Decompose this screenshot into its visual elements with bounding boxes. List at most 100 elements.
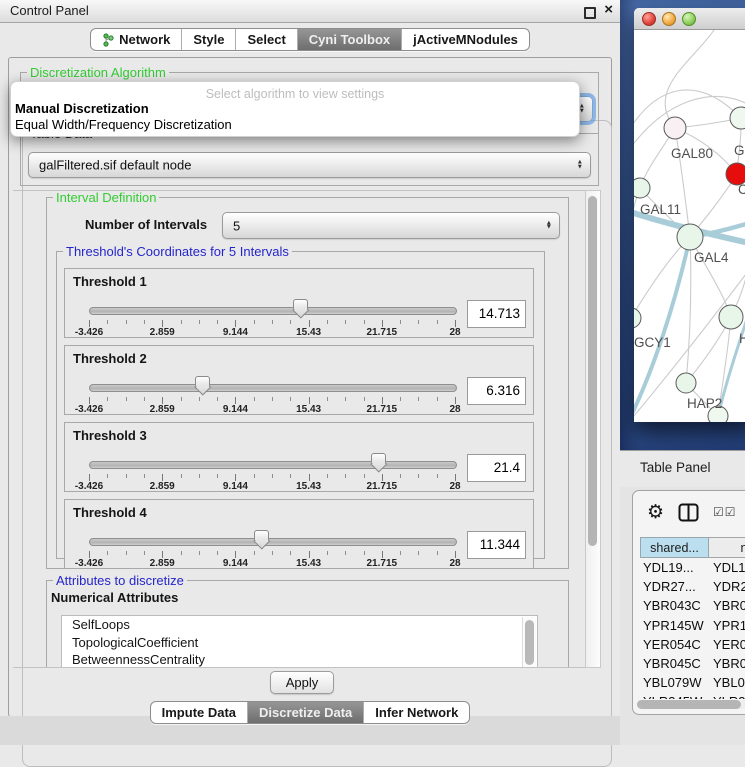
settings-gear-icon[interactable]: ⚙: [647, 503, 664, 522]
select-checkboxes-icon[interactable]: ☑☑: [713, 505, 737, 519]
node-label: GCY1: [634, 335, 671, 350]
network-node[interactable]: [634, 308, 641, 328]
tab-infer-network[interactable]: Infer Network: [363, 702, 469, 723]
tab-select[interactable]: Select: [235, 29, 296, 50]
popup-item[interactable]: Manual Discretization: [11, 101, 579, 117]
close-traffic-light-icon[interactable]: [642, 12, 656, 26]
slider-thumb[interactable]: [254, 530, 269, 549]
table-horizontal-scrollbar[interactable]: [637, 700, 745, 709]
tab-discretize-data[interactable]: Discretize Data: [247, 702, 363, 723]
tab-impute-data[interactable]: Impute Data: [151, 702, 247, 723]
number-of-intervals-combobox[interactable]: 5 ▲▼: [222, 212, 560, 239]
cell-name: YLR3: [709, 692, 745, 699]
scale-label: 21.715: [367, 327, 398, 338]
top-tab-bar: Network Style Select Cyni Toolbox jActiveMNo…: [0, 28, 620, 52]
threshold-value-field[interactable]: 11.344: [467, 531, 526, 559]
table-row[interactable]: YBR045CYBR0: [640, 654, 745, 673]
attribute-item[interactable]: TopologicalCoefficient: [62, 634, 537, 652]
scale-label: 2.859: [150, 558, 175, 569]
scrollbar-thumb[interactable]: [637, 700, 741, 709]
popup-item[interactable]: Equal Width/Frequency Discretization: [11, 117, 579, 133]
scale-label: 21.715: [367, 558, 398, 569]
numerical-attributes-list[interactable]: SelfLoopsTopologicalCoefficientBetweenne…: [61, 615, 538, 668]
threshold-label: Threshold 1: [73, 274, 147, 289]
node-label: C: [738, 182, 745, 197]
numerical-attributes-label: Numerical Attributes: [51, 590, 178, 605]
network-node[interactable]: [676, 373, 696, 393]
table-data-combobox[interactable]: galFiltered.sif default node ▲▼: [28, 152, 591, 178]
tab-style[interactable]: Style: [181, 29, 235, 50]
table-row[interactable]: YDR27...YDR2: [640, 577, 745, 596]
network-view-window: GAL80GCGAL11GAL4GCY1HHAP2: [634, 8, 745, 422]
network-node[interactable]: [634, 178, 650, 198]
cell-shared-name: YDR27...: [640, 577, 709, 596]
scrollbar-thumb[interactable]: [525, 620, 534, 665]
slider-track[interactable]: [89, 307, 457, 315]
cell-name: YBL0: [709, 673, 745, 692]
column-header-shared-name[interactable]: shared...: [640, 537, 709, 558]
node-attribute-table[interactable]: shared... n YDL19...YDL1YDR27...YDR2YBR0…: [640, 537, 745, 699]
table-row[interactable]: YLR345WYLR3: [640, 692, 745, 699]
network-node[interactable]: [664, 117, 686, 139]
network-window-titlebar: [634, 8, 745, 30]
attributes-scrollbar[interactable]: [522, 617, 536, 668]
tab-label: Cyni Toolbox: [309, 32, 390, 47]
scrollbar-thumb[interactable]: [588, 196, 597, 546]
panel-title: Control Panel: [10, 3, 89, 18]
slider-scale-labels: -3.4262.8599.14415.4321.71528: [89, 327, 455, 339]
combo-arrows-icon: ▲▼: [546, 221, 552, 230]
tab-label: Select: [247, 32, 285, 47]
slider-thumb[interactable]: [195, 376, 210, 395]
float-window-icon[interactable]: [584, 7, 596, 19]
popup-item-list: Manual DiscretizationEqual Width/Frequen…: [11, 101, 579, 132]
table-row[interactable]: YER054CYER0: [640, 635, 745, 654]
threshold-label: Threshold 3: [73, 428, 147, 443]
table-header-row: shared... n: [640, 537, 745, 558]
zoom-traffic-light-icon[interactable]: [682, 12, 696, 26]
cell-shared-name: YDL19...: [640, 558, 709, 577]
tab-jactivemnodules[interactable]: jActiveMNodules: [401, 29, 529, 50]
scale-label: 9.144: [223, 327, 248, 338]
number-of-intervals-label: Number of Intervals: [85, 217, 207, 232]
close-icon[interactable]: ×: [604, 1, 613, 18]
table-row[interactable]: YPR145WYPR1: [640, 616, 745, 635]
interval-definition-title: Interval Definition: [53, 190, 159, 205]
table-row[interactable]: YDL19...YDL1: [640, 558, 745, 577]
main-scrollbar[interactable]: [585, 190, 601, 668]
attribute-item[interactable]: SelfLoops: [62, 616, 537, 634]
minimize-traffic-light-icon[interactable]: [662, 12, 676, 26]
cell-shared-name: YPR145W: [640, 616, 709, 635]
split-columns-icon[interactable]: [678, 503, 699, 522]
scale-label: -3.426: [75, 404, 103, 415]
table-row[interactable]: YBL079WYBL0: [640, 673, 745, 692]
slider-track[interactable]: [89, 461, 457, 469]
threshold-row: Threshold 3 -3.4262.8599.14415.4321.7152…: [64, 422, 534, 492]
cell-name: YER0: [709, 635, 745, 654]
tab-network[interactable]: Network: [91, 29, 181, 50]
apply-button[interactable]: Apply: [270, 671, 334, 694]
node-label: G: [734, 143, 745, 158]
table-row[interactable]: YBR043CYBR0: [640, 596, 745, 615]
bottom-tab-bar: Impute DataDiscretize DataInfer Network: [0, 701, 620, 724]
discretization-algorithm-title: Discretization Algorithm: [27, 65, 169, 80]
slider-track[interactable]: [89, 538, 457, 546]
cell-name: YBR0: [709, 654, 745, 673]
attribute-item[interactable]: BetweennessCentrality: [62, 651, 537, 668]
network-node[interactable]: [719, 305, 743, 329]
network-canvas[interactable]: GAL80GCGAL11GAL4GCY1HHAP2: [634, 30, 745, 422]
slider-thumb[interactable]: [371, 453, 386, 472]
table-data-value: galFiltered.sif default node: [39, 158, 191, 173]
table-panel-card: ⚙ ☑☑ shared... n YDL19...YDL1YDR27...YDR…: [632, 490, 745, 715]
threshold-value-field[interactable]: 6.316: [467, 377, 526, 405]
tab-label: Style: [193, 32, 224, 47]
table-rows: YDL19...YDL1YDR27...YDR2YBR043CYBR0YPR14…: [640, 558, 745, 699]
slider-thumb[interactable]: [293, 299, 308, 318]
tab-cyni-toolbox[interactable]: Cyni Toolbox: [297, 29, 401, 50]
network-node[interactable]: [677, 224, 703, 250]
thresholds-group: Threshold's Coordinates for 5 Intervals …: [56, 251, 545, 559]
column-header-name[interactable]: n: [709, 537, 745, 558]
threshold-row: Threshold 4 -3.4262.8599.14415.4321.7152…: [64, 499, 534, 569]
slider-track[interactable]: [89, 384, 457, 392]
threshold-value-field[interactable]: 14.713: [467, 300, 526, 328]
threshold-value-field[interactable]: 21.4: [467, 454, 526, 482]
